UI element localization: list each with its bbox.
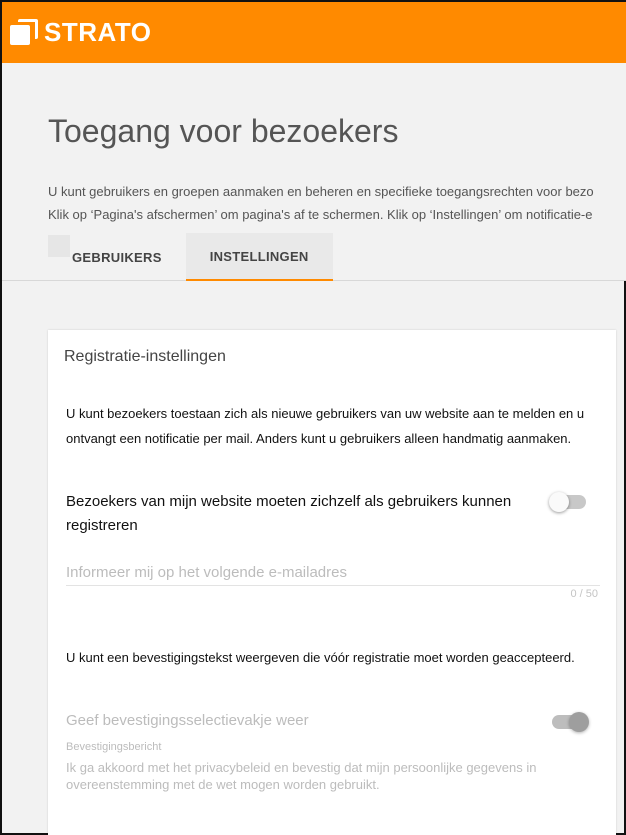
intro-line-2: Klik op ‘Pagina's afschermen’ om pagina'… xyxy=(48,207,593,222)
confirm-message-text[interactable]: Ik ga akkoord met het privacybeleid en b… xyxy=(66,759,596,793)
logo-text: STRATO xyxy=(44,17,152,47)
page-title: Toegang voor bezoekers xyxy=(48,113,399,149)
tab-gebruikers[interactable]: GEBRUIKERS xyxy=(48,233,186,281)
email-char-counter: 0 / 50 xyxy=(570,588,598,600)
tab-instellingen[interactable]: INSTELLINGEN xyxy=(185,233,333,281)
notification-email-input[interactable] xyxy=(66,560,600,586)
confirm-checkbox-toggle[interactable] xyxy=(552,712,589,732)
toggle-knob xyxy=(549,492,569,512)
strato-logo-icon xyxy=(10,18,38,47)
confirm-toggle-label: Geef bevestigingsselectievakje weer xyxy=(66,712,309,729)
confirm-message-label: Bevestigingsbericht xyxy=(66,741,162,753)
toggle-knob xyxy=(569,712,589,732)
intro-line-1: U kunt gebruikers en groepen aanmaken en… xyxy=(48,184,594,199)
intro-text: U kunt gebruikers en groepen aanmaken en… xyxy=(48,180,626,226)
self-register-toggle[interactable] xyxy=(549,492,586,512)
strato-logo[interactable]: STRATO xyxy=(10,17,151,48)
registration-settings-card: Registratie-instellingen U kunt bezoeker… xyxy=(48,330,616,835)
registration-description: U kunt bezoekers toestaan zich als nieuw… xyxy=(66,406,585,446)
self-register-label: Bezoekers van mijn website moeten zichze… xyxy=(66,493,512,534)
top-bar: STRATO xyxy=(2,2,626,63)
confirm-description: U kunt een bevestigingstekst weergeven d… xyxy=(66,650,575,665)
card-title: Registratie-instellingen xyxy=(64,348,226,365)
tab-bar: GEBRUIKERS INSTELLINGEN xyxy=(48,233,333,281)
page-header: Toegang voor bezoekers U kunt gebruikers… xyxy=(2,63,626,281)
